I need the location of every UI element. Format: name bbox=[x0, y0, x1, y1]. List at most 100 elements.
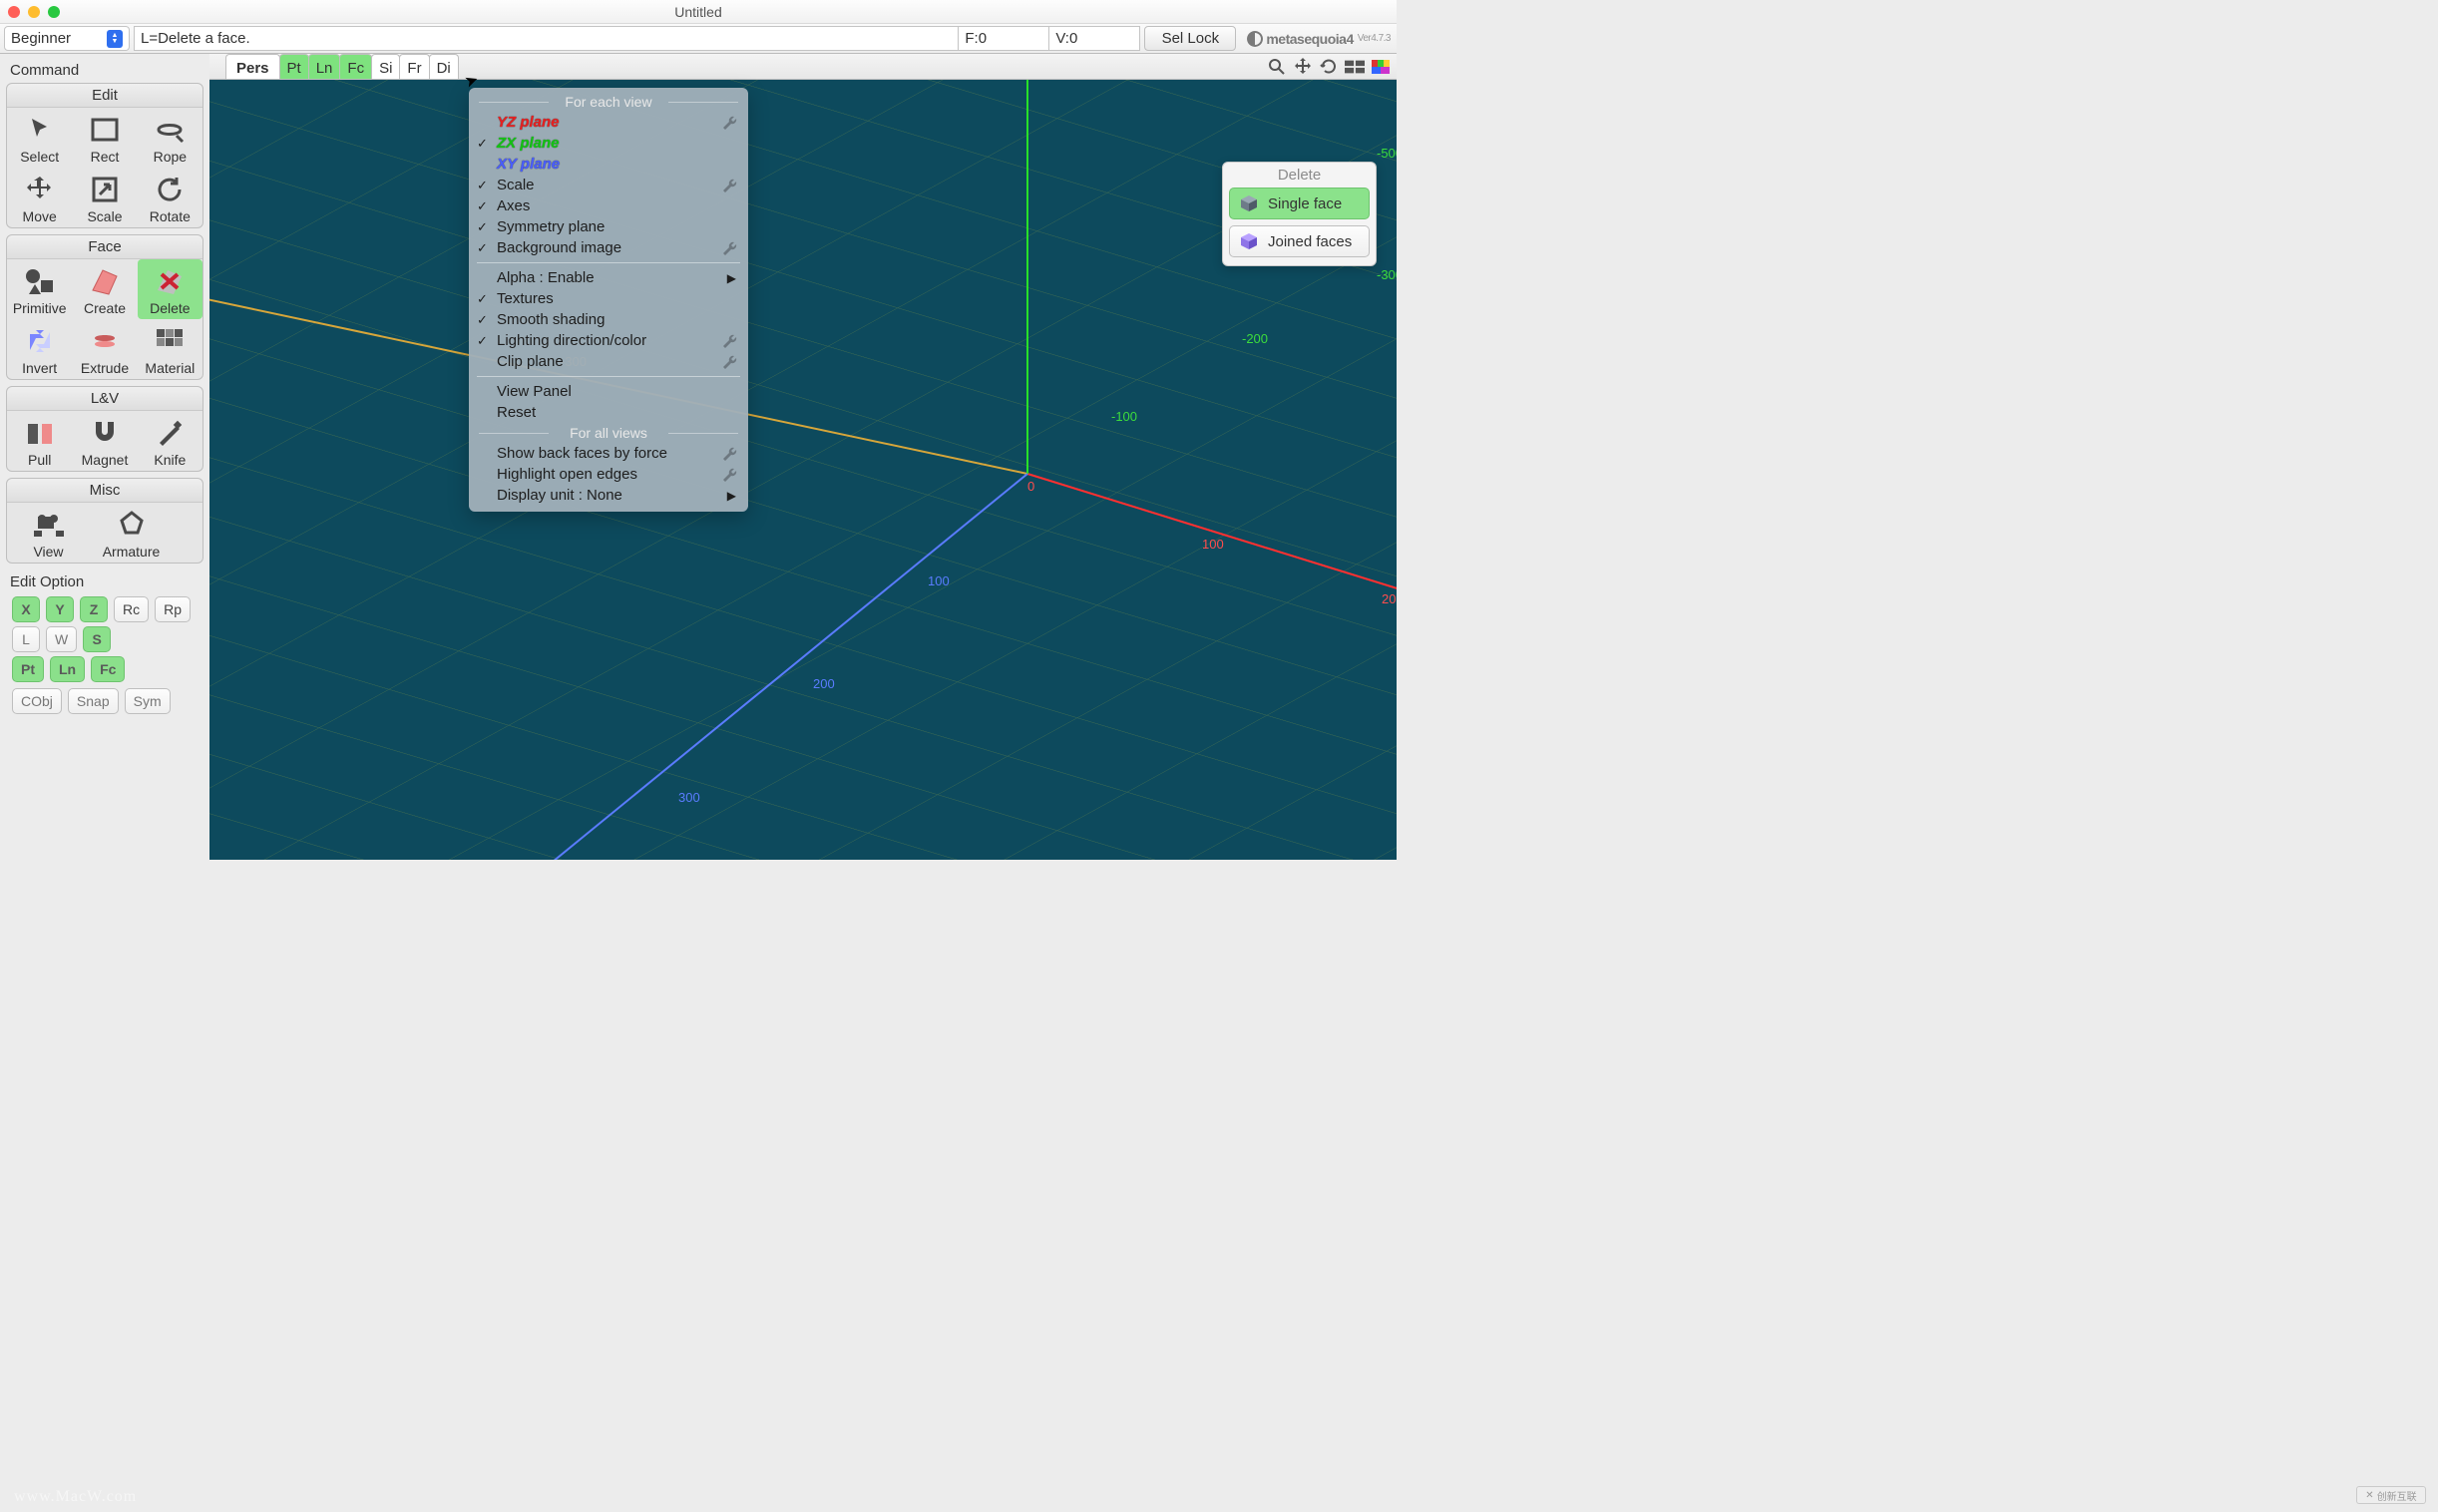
menu-item[interactable]: Display unit : None▶ bbox=[469, 485, 748, 506]
tool-magnet[interactable]: Magnet bbox=[72, 411, 137, 471]
tab-fc[interactable]: Fc bbox=[339, 54, 372, 79]
zoom-icon[interactable] bbox=[48, 6, 60, 18]
menu-item[interactable]: YZ plane bbox=[469, 112, 748, 133]
move-icon bbox=[20, 173, 60, 206]
mode-select-value: Beginner bbox=[11, 30, 71, 47]
material-icon bbox=[150, 324, 190, 358]
opt-rc[interactable]: Rc bbox=[114, 596, 149, 622]
tool-invert[interactable]: Invert bbox=[7, 319, 72, 379]
sel-lock-button[interactable]: Sel Lock bbox=[1144, 26, 1236, 51]
menu-item[interactable]: Show back faces by force bbox=[469, 443, 748, 464]
opt-sym[interactable]: Sym bbox=[125, 688, 171, 714]
menu-separator bbox=[477, 262, 740, 263]
sidebar: Command Edit SelectRectRopeMoveScaleRota… bbox=[0, 54, 209, 860]
menu-item[interactable]: Reset bbox=[469, 402, 748, 423]
dropdown-arrows-icon: ▲▼ bbox=[107, 30, 123, 48]
tool-select[interactable]: Select bbox=[7, 108, 72, 168]
joined-faces-button[interactable]: Joined faces bbox=[1229, 225, 1370, 257]
menu-item[interactable]: ✓Scale bbox=[469, 175, 748, 195]
tab-si[interactable]: Si bbox=[371, 54, 400, 79]
status-text: L=Delete a face. bbox=[134, 26, 959, 51]
move-icon[interactable] bbox=[1293, 57, 1313, 77]
tool-create[interactable]: Create bbox=[72, 259, 137, 319]
delete-float-panel: Delete Single face Joined faces bbox=[1222, 162, 1377, 266]
tool-label: View bbox=[33, 544, 63, 560]
menu-item[interactable]: Highlight open edges bbox=[469, 464, 748, 485]
menu-item[interactable]: Alpha : Enable▶ bbox=[469, 267, 748, 288]
select-icon bbox=[20, 113, 60, 147]
menu-item[interactable]: Clip plane bbox=[469, 351, 748, 372]
opt-cobj[interactable]: CObj bbox=[12, 688, 62, 714]
opt-l[interactable]: L bbox=[12, 626, 40, 652]
minimize-icon[interactable] bbox=[28, 6, 40, 18]
wrench-icon[interactable] bbox=[722, 178, 738, 193]
wrench-icon[interactable] bbox=[722, 446, 738, 462]
menu-item-label: Reset bbox=[497, 404, 536, 421]
menu-item-label: Clip plane bbox=[497, 353, 564, 370]
opt-x[interactable]: X bbox=[12, 596, 40, 622]
wrench-icon[interactable] bbox=[722, 333, 738, 349]
menu-item[interactable]: ✓Smooth shading bbox=[469, 309, 748, 330]
tool-pull[interactable]: Pull bbox=[7, 411, 72, 471]
tab-fr[interactable]: Fr bbox=[399, 54, 429, 79]
menu-item[interactable]: ✓Lighting direction/color bbox=[469, 330, 748, 351]
delete-panel-head: Delete bbox=[1223, 163, 1376, 188]
brand-version: Ver4.7.3 bbox=[1358, 33, 1391, 44]
single-face-label: Single face bbox=[1268, 195, 1342, 212]
tab-pers[interactable]: Pers bbox=[225, 54, 280, 79]
opt-pt[interactable]: Pt bbox=[12, 656, 44, 682]
menu-item[interactable]: ✓Background image bbox=[469, 237, 748, 258]
viewport-3d[interactable]: 1002003000100200300-100-200-300-400-500-… bbox=[209, 80, 1397, 860]
top-toolbar: Beginner ▲▼ L=Delete a face. F:0 V:0 Sel… bbox=[0, 24, 1397, 54]
search-icon[interactable] bbox=[1267, 57, 1287, 77]
opt-y[interactable]: Y bbox=[46, 596, 74, 622]
grid-svg bbox=[209, 80, 1397, 860]
tool-rect[interactable]: Rect bbox=[72, 108, 137, 168]
wrench-icon[interactable] bbox=[722, 467, 738, 483]
wrench-icon[interactable] bbox=[722, 115, 738, 131]
opt-w[interactable]: W bbox=[46, 626, 77, 652]
opt-z[interactable]: Z bbox=[80, 596, 108, 622]
brand-text: metasequoia4 bbox=[1266, 31, 1353, 47]
single-face-button[interactable]: Single face bbox=[1229, 188, 1370, 219]
menu-item[interactable]: XY plane bbox=[469, 154, 748, 175]
tool-primitive[interactable]: Primitive bbox=[7, 259, 72, 319]
menu-item-label: Lighting direction/color bbox=[497, 332, 646, 349]
tool-view[interactable]: View bbox=[7, 503, 90, 563]
rotate-view-icon[interactable] bbox=[1319, 57, 1339, 77]
editopt-label: Edit Option bbox=[10, 573, 200, 590]
tab-di[interactable]: Di bbox=[429, 54, 459, 79]
tool-material[interactable]: Material bbox=[138, 319, 203, 379]
menu-item[interactable]: View Panel bbox=[469, 381, 748, 402]
wrench-icon[interactable] bbox=[722, 240, 738, 256]
palette-icon[interactable] bbox=[1371, 57, 1391, 77]
menu-item[interactable]: ✓Textures bbox=[469, 288, 748, 309]
opt-fc[interactable]: Fc bbox=[91, 656, 125, 682]
tab-ln[interactable]: Ln bbox=[308, 54, 341, 79]
tool-rotate[interactable]: Rotate bbox=[138, 168, 203, 227]
opt-s[interactable]: S bbox=[83, 626, 111, 652]
tool-scale[interactable]: Scale bbox=[72, 168, 137, 227]
menu-item[interactable]: ✓Axes bbox=[469, 195, 748, 216]
menu-item[interactable]: ✓ZX plane bbox=[469, 133, 748, 154]
tool-armature[interactable]: Armature bbox=[90, 503, 173, 563]
opt-snap[interactable]: Snap bbox=[68, 688, 119, 714]
opt-ln[interactable]: Ln bbox=[50, 656, 85, 682]
tool-rope[interactable]: Rope bbox=[138, 108, 203, 168]
view-context-menu[interactable]: For each view YZ plane✓ZX planeXY plane✓… bbox=[469, 88, 748, 512]
check-icon: ✓ bbox=[477, 178, 488, 193]
layout-icon[interactable] bbox=[1345, 57, 1365, 77]
tool-move[interactable]: Move bbox=[7, 168, 72, 227]
tool-extrude[interactable]: Extrude bbox=[72, 319, 137, 379]
mode-select[interactable]: Beginner ▲▼ bbox=[4, 26, 130, 51]
tool-delete[interactable]: Delete bbox=[138, 259, 203, 319]
tool-label: Rope bbox=[154, 149, 187, 165]
tool-label: Primitive bbox=[13, 300, 67, 316]
tool-label: Delete bbox=[150, 300, 190, 316]
menu-item[interactable]: ✓Symmetry plane bbox=[469, 216, 748, 237]
wrench-icon[interactable] bbox=[722, 354, 738, 370]
tab-pt[interactable]: Pt bbox=[279, 54, 309, 79]
opt-rp[interactable]: Rp bbox=[155, 596, 191, 622]
tool-knife[interactable]: Knife bbox=[138, 411, 203, 471]
close-icon[interactable] bbox=[8, 6, 20, 18]
